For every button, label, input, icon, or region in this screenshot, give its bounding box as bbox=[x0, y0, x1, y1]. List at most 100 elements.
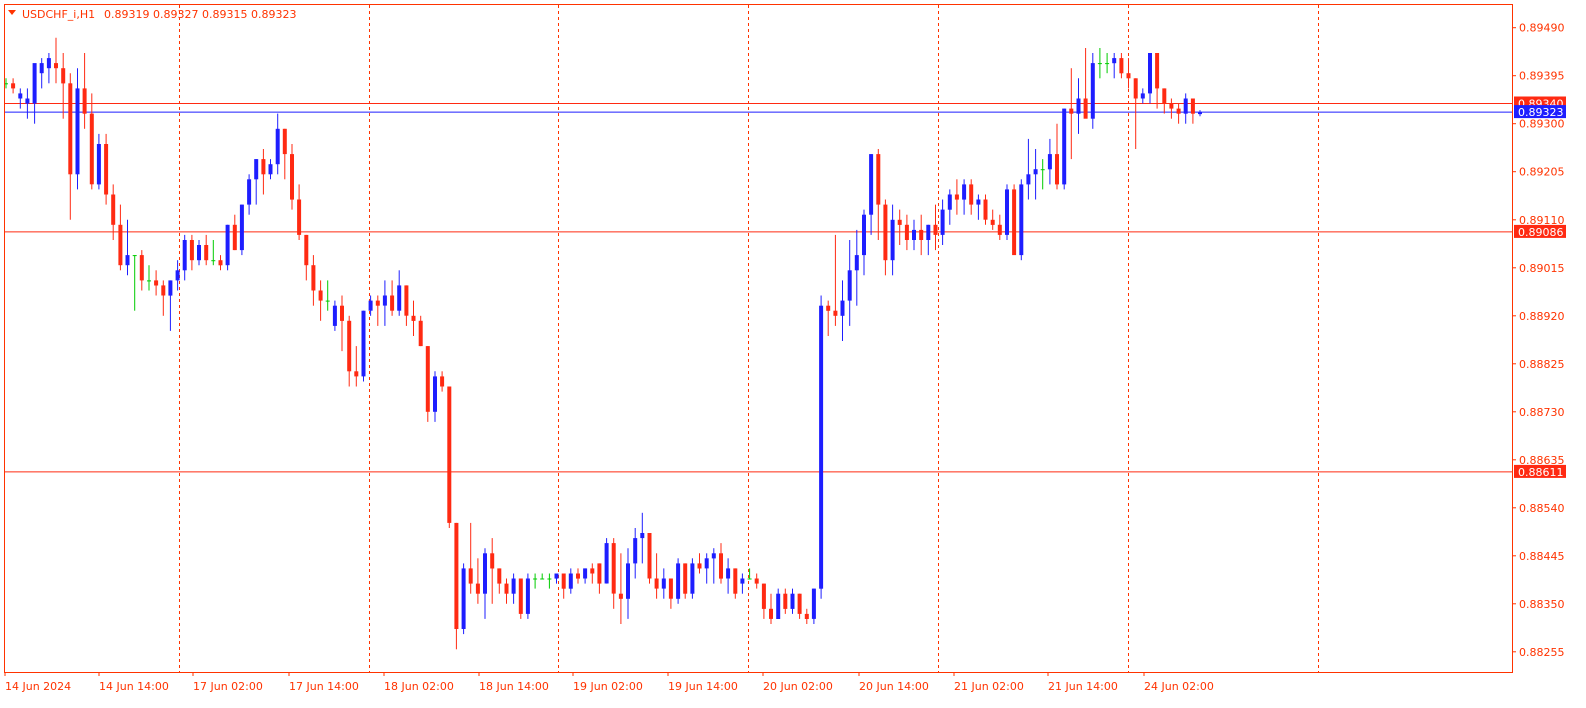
candle-body bbox=[332, 305, 337, 326]
candle bbox=[954, 179, 959, 215]
candle-body bbox=[182, 240, 187, 271]
candle bbox=[1069, 68, 1074, 160]
candle bbox=[54, 37, 58, 84]
candle bbox=[719, 543, 723, 584]
price-tag-label: 0.88611 bbox=[1518, 466, 1564, 479]
candle bbox=[533, 573, 538, 589]
candle bbox=[1148, 53, 1152, 104]
candle bbox=[475, 558, 480, 604]
candle bbox=[139, 250, 144, 291]
candle bbox=[947, 189, 952, 225]
candle bbox=[1090, 53, 1095, 129]
candle bbox=[847, 240, 852, 326]
candle bbox=[382, 280, 387, 326]
candle-body bbox=[232, 224, 237, 251]
candle-body bbox=[590, 568, 595, 574]
candle-body bbox=[518, 578, 523, 614]
candle bbox=[983, 194, 988, 225]
candle-body bbox=[247, 179, 252, 205]
x-tick-label: 20 Jun 14:00 bbox=[859, 680, 929, 693]
candle-body bbox=[154, 280, 159, 286]
candle bbox=[976, 194, 981, 220]
candle bbox=[769, 593, 773, 624]
chart-header[interactable]: USDCHF_i,H1 0.89319 0.89327 0.89315 0.89… bbox=[8, 8, 296, 21]
candle-body bbox=[804, 613, 809, 619]
candle bbox=[904, 214, 909, 251]
candle bbox=[547, 573, 552, 589]
candle bbox=[1040, 159, 1045, 190]
x-tick-label: 21 Jun 02:00 bbox=[954, 680, 1024, 693]
candle bbox=[168, 280, 173, 331]
candle bbox=[640, 512, 645, 564]
candle bbox=[540, 573, 545, 580]
candle bbox=[411, 300, 416, 336]
candle-body bbox=[869, 154, 874, 215]
candle-body bbox=[719, 553, 723, 579]
candle-body bbox=[947, 194, 952, 210]
candle-body bbox=[647, 533, 652, 579]
candle-body bbox=[225, 224, 230, 266]
candle-body bbox=[1069, 108, 1074, 114]
candle-body bbox=[1062, 108, 1067, 185]
candle bbox=[254, 159, 259, 205]
candle-body bbox=[561, 573, 566, 589]
candle bbox=[1076, 78, 1081, 134]
candle-body bbox=[1005, 189, 1009, 235]
candle-body bbox=[1026, 174, 1031, 185]
candle bbox=[912, 219, 916, 251]
candle-body bbox=[25, 98, 30, 104]
price-tags: 0.893400.893230.890860.88611 bbox=[1514, 96, 1566, 479]
x-tick-label: 17 Jun 02:00 bbox=[193, 680, 263, 693]
candle bbox=[11, 78, 16, 94]
candle-body bbox=[111, 194, 116, 225]
candle bbox=[933, 204, 938, 251]
candle bbox=[304, 234, 309, 281]
candle-body bbox=[261, 159, 266, 175]
candle-body bbox=[876, 154, 881, 205]
candle bbox=[154, 270, 159, 296]
candle bbox=[1062, 108, 1067, 190]
candle-body bbox=[604, 543, 609, 584]
candle bbox=[39, 58, 44, 89]
candle bbox=[618, 553, 623, 624]
candle-body bbox=[897, 219, 902, 225]
candle-body bbox=[1012, 189, 1017, 256]
candle-body bbox=[1040, 169, 1045, 171]
candle-body bbox=[1133, 78, 1138, 99]
x-tick-label: 14 Jun 14:00 bbox=[99, 680, 169, 693]
candle bbox=[833, 234, 838, 326]
candle-body bbox=[1119, 58, 1124, 74]
candle bbox=[447, 386, 452, 528]
candle bbox=[740, 573, 745, 594]
candle-body bbox=[690, 563, 695, 594]
x-tick-label: 17 Jun 14:00 bbox=[289, 680, 359, 693]
chart-window[interactable]: 0.89490 0.89395 0.89300 0.89205 0.89110 0.890… bbox=[0, 0, 1586, 708]
dropdown-triangle-icon[interactable] bbox=[8, 10, 16, 15]
symbol-label: USDCHF_i,H1 bbox=[22, 8, 95, 21]
candle-body bbox=[1033, 169, 1038, 175]
candle-body bbox=[1097, 63, 1102, 65]
candle-body bbox=[475, 583, 480, 594]
candle bbox=[704, 553, 709, 584]
candle bbox=[990, 209, 995, 230]
candle-body bbox=[962, 184, 967, 200]
candle bbox=[125, 219, 130, 276]
candle-body bbox=[211, 260, 216, 262]
candle-body bbox=[554, 573, 559, 579]
candle bbox=[490, 538, 495, 604]
candle bbox=[518, 578, 523, 619]
price-chart[interactable]: 0.894900.893950.893000.892050.891100.890… bbox=[0, 0, 1586, 708]
y-tick-label: 0.88255 bbox=[1519, 646, 1565, 659]
candle-body bbox=[940, 209, 945, 235]
y-tick-label: 0.89205 bbox=[1519, 166, 1565, 179]
candle bbox=[819, 295, 824, 599]
candle-body bbox=[912, 229, 916, 240]
candle-body bbox=[11, 83, 16, 89]
candle-body bbox=[969, 184, 974, 205]
candle bbox=[690, 558, 695, 599]
candle bbox=[626, 548, 630, 619]
x-tick-label: 19 Jun 02:00 bbox=[573, 680, 643, 693]
candle-body bbox=[75, 88, 80, 175]
candle bbox=[1055, 123, 1059, 190]
x-tick-label: 18 Jun 14:00 bbox=[479, 680, 549, 693]
